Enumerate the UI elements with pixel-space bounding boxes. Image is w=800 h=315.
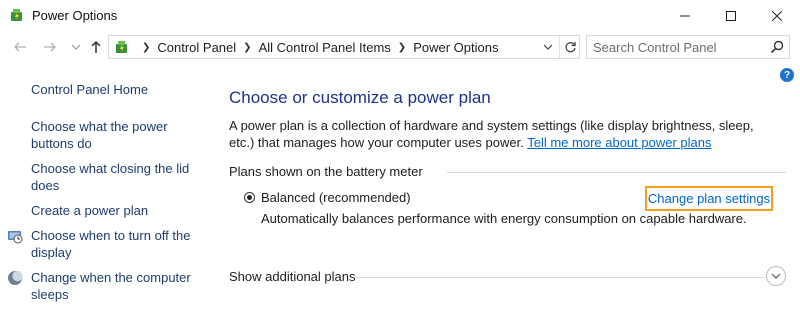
sidebar-item-turn-off-display[interactable]: Choose when to turn off the display	[31, 227, 191, 261]
page-description: A power plan is a collection of hardware…	[229, 117, 779, 151]
recent-locations-button[interactable]	[66, 37, 86, 57]
display-timer-icon	[7, 228, 23, 244]
expand-additional-plans-button[interactable]	[766, 266, 786, 286]
back-arrow-icon	[14, 42, 26, 52]
chevron-down-icon	[72, 44, 80, 50]
show-additional-plans-label[interactable]: Show additional plans	[229, 269, 355, 284]
sidebar-item-computer-sleeps[interactable]: Change when the computer sleeps	[31, 269, 191, 303]
control-panel-home-link[interactable]: Control Panel Home	[31, 81, 148, 98]
window-title: Power Options	[32, 8, 118, 23]
breadcrumb-separator-icon: ❯	[142, 41, 151, 53]
sidebar-item-power-buttons[interactable]: Choose what the power buttons do	[31, 118, 181, 152]
section-divider	[447, 172, 786, 173]
navigation-bar: ❯ Control Panel ❯ All Control Panel Item…	[0, 33, 800, 61]
additional-plans-divider	[355, 277, 765, 278]
breadcrumb-all-items[interactable]: All Control Panel Items	[259, 40, 391, 55]
breadcrumb-separator-icon: ❯	[397, 41, 407, 53]
search-input[interactable]	[593, 38, 763, 56]
breadcrumb-control-panel[interactable]: Control Panel	[157, 40, 236, 55]
plans-section-label: Plans shown on the battery meter	[229, 164, 423, 179]
forward-button[interactable]	[40, 37, 60, 57]
sidebar-item-closing-lid[interactable]: Choose what closing the lid does	[31, 160, 191, 194]
help-icon[interactable]: ?	[780, 68, 794, 82]
minimize-icon	[680, 15, 690, 17]
close-icon	[772, 11, 782, 21]
title-bar: Power Options	[0, 0, 800, 32]
up-button[interactable]	[86, 37, 106, 57]
page-title: Choose or customize a power plan	[229, 88, 491, 107]
maximize-button[interactable]	[708, 0, 754, 32]
search-box[interactable]	[586, 35, 790, 59]
close-button[interactable]	[754, 0, 800, 32]
refresh-icon	[564, 41, 576, 52]
breadcrumb-power-options[interactable]: Power Options	[413, 40, 498, 55]
back-button[interactable]	[10, 37, 30, 57]
breadcrumb: ❯ Control Panel ❯ All Control Panel Item…	[135, 36, 498, 58]
breadcrumb-separator-icon: ❯	[243, 41, 252, 53]
balanced-plan-radio[interactable]	[244, 192, 255, 203]
plan-description: Automatically balances performance with …	[261, 211, 747, 226]
sidebar-item-create-plan[interactable]: Create a power plan	[31, 202, 148, 219]
plan-name[interactable]: Balanced (recommended)	[261, 190, 411, 205]
power-options-app-icon	[9, 7, 25, 23]
address-bar[interactable]: ❯ Control Panel ❯ All Control Panel Item…	[108, 35, 580, 59]
maximize-icon	[726, 11, 736, 21]
address-dropdown-button[interactable]	[539, 36, 557, 58]
up-arrow-icon	[91, 40, 101, 53]
minimize-button[interactable]	[662, 0, 708, 32]
refresh-button[interactable]	[559, 36, 580, 58]
search-icon[interactable]	[769, 39, 785, 55]
chevron-down-icon	[771, 273, 781, 279]
change-plan-settings-link[interactable]: Change plan settings	[645, 186, 773, 211]
learn-more-link[interactable]: Tell me more about power plans	[527, 135, 711, 150]
sleep-moon-icon	[7, 270, 23, 286]
forward-arrow-icon	[44, 42, 56, 52]
power-options-location-icon	[114, 39, 130, 55]
chevron-down-icon	[543, 44, 553, 50]
